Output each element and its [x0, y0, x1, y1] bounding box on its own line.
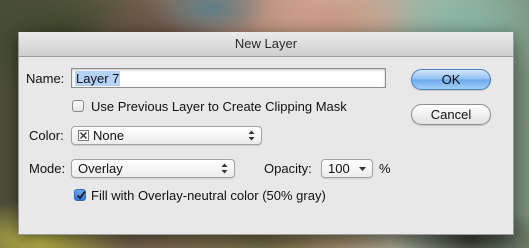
name-label: Name:: [26, 71, 65, 86]
fill-neutral-label[interactable]: Fill with Overlay-neutral color (50% gra…: [91, 188, 326, 203]
new-layer-dialog: New Layer Name: Layer 7 Use Previous Lay…: [18, 32, 514, 235]
clipping-mask-label[interactable]: Use Previous Layer to Create Clipping Ma…: [91, 99, 347, 114]
no-color-icon: [78, 130, 89, 141]
opacity-combo[interactable]: 100: [321, 159, 373, 178]
opacity-value: 100: [328, 161, 350, 176]
ok-button[interactable]: OK: [411, 69, 491, 90]
color-popup[interactable]: None: [71, 126, 262, 145]
color-label: Color:: [29, 128, 64, 143]
cancel-button[interactable]: Cancel: [411, 104, 491, 125]
mode-popup[interactable]: Overlay: [71, 159, 235, 178]
updown-arrows-icon: [248, 130, 255, 141]
fill-neutral-checkbox[interactable]: [74, 189, 86, 201]
photo-canvas-background: New Layer Name: Layer 7 Use Previous Lay…: [0, 0, 529, 248]
updown-arrows-icon: [221, 163, 228, 174]
checkmark-icon: [76, 190, 86, 200]
dropdown-arrow-icon[interactable]: [358, 161, 367, 176]
opacity-unit: %: [379, 161, 391, 176]
name-field[interactable]: Layer 7: [71, 68, 386, 88]
mode-label: Mode:: [29, 161, 66, 176]
mode-popup-value: Overlay: [78, 161, 123, 176]
clipping-mask-checkbox[interactable]: [72, 100, 84, 112]
color-popup-value: None: [93, 128, 125, 143]
opacity-label: Opacity:: [264, 161, 312, 176]
name-field-value: Layer 7: [75, 71, 121, 86]
dialog-title: New Layer: [19, 32, 513, 57]
